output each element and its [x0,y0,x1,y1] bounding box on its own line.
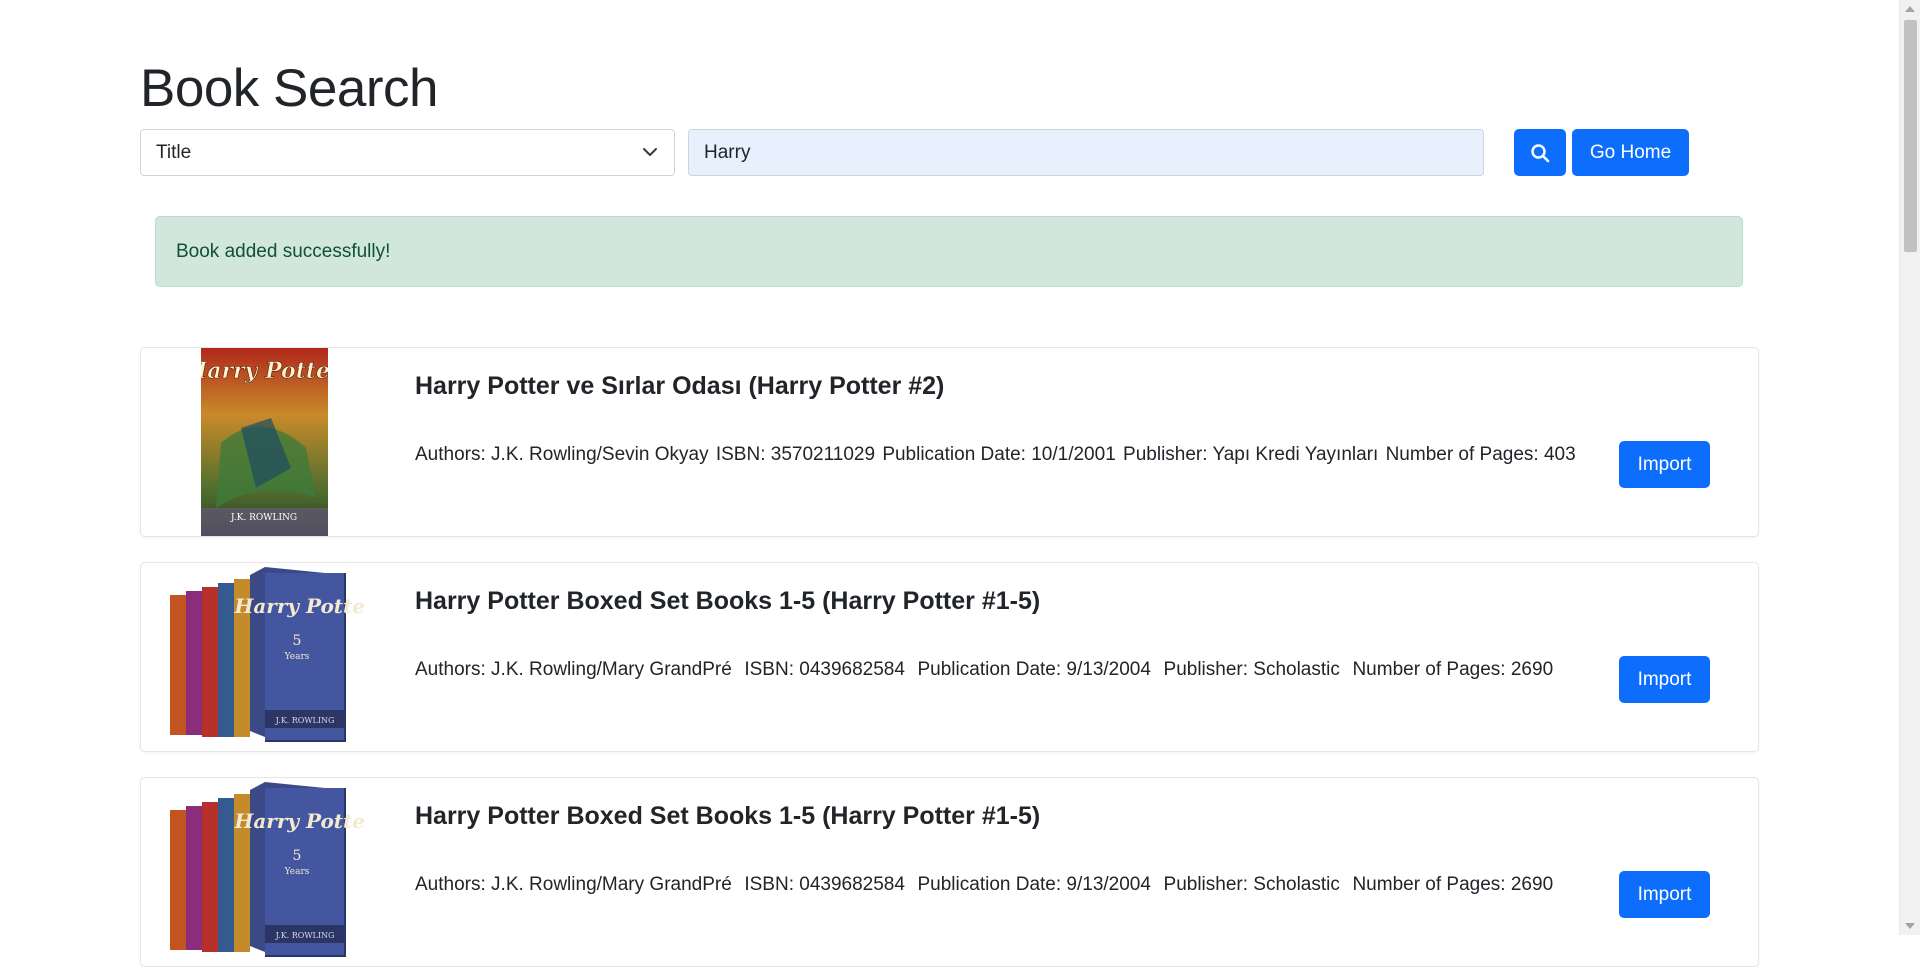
vertical-scrollbar[interactable] [1899,0,1920,935]
import-button[interactable]: Import [1619,656,1710,703]
svg-text:5: 5 [293,633,302,649]
book-title: Harry Potter Boxed Set Books 1-5 (Harry … [415,587,1041,615]
svg-text:5: 5 [293,848,302,864]
book-publication-date: Publication Date: 10/1/2001 [882,444,1116,465]
book-pages: Number of Pages: 2690 [1352,659,1554,680]
book-authors: Authors: J.K. Rowling/Sevin Okyay [415,444,709,465]
book-details: Authors: J.K. Rowling/Mary GrandPré ISBN… [415,659,1555,681]
book-publisher: Publisher: Scholastic [1163,659,1340,680]
book-result-card: Harry Potter J.K. ROWLING Harry Potter v… [140,347,1759,537]
search-input[interactable] [688,129,1484,176]
success-alert: Book added successfully! [155,216,1743,287]
book-authors: Authors: J.K. Rowling/Mary GrandPré [415,874,732,895]
import-button[interactable]: Import [1619,871,1710,918]
search-field-selected: Title [156,142,192,163]
scrollbar-thumb[interactable] [1904,20,1917,252]
book-details: Authors: J.K. Rowling/Sevin Okyay ISBN: … [415,444,1578,466]
search-icon [1531,143,1550,162]
book-cover-image: Harry Potter J.K. ROWLING [201,348,328,536]
book-title: Harry Potter ve Sırlar Odası (Harry Pott… [415,372,945,400]
chevron-down-icon [643,148,657,156]
go-home-button[interactable]: Go Home [1572,129,1689,176]
scroll-down-arrow-icon[interactable] [1905,923,1915,929]
book-isbn: ISBN: 3570211029 [715,444,876,465]
svg-text:Harry Potter: Harry Potter [201,358,328,384]
page-title: Book Search [140,59,438,118]
book-cover-image: Harry Potter 5 Years J.K. ROWLING [170,782,365,957]
svg-text:Harry Potter: Harry Potter [233,594,365,618]
book-result-card: Harry Potter 5 Years J.K. ROWLING Harry … [140,562,1759,752]
book-authors: Authors: J.K. Rowling/Mary GrandPré [415,659,732,680]
svg-text:Years: Years [284,867,310,877]
book-publication-date: Publication Date: 9/13/2004 [917,874,1151,895]
book-pages: Number of Pages: 403 [1385,444,1576,465]
book-publisher: Publisher: Scholastic [1163,874,1340,895]
svg-text:J.K. ROWLING: J.K. ROWLING [230,513,297,523]
alert-message: Book added successfully! [176,240,391,262]
svg-text:J.K. ROWLING: J.K. ROWLING [275,931,335,940]
search-bar: Title Go Home [140,129,1760,176]
scroll-up-arrow-icon[interactable] [1905,6,1915,12]
book-result-card: Harry Potter 5 Years J.K. ROWLING Harry … [140,777,1759,967]
search-button[interactable] [1514,129,1566,176]
book-isbn: ISBN: 0439682584 [744,659,905,680]
book-isbn: ISBN: 0439682584 [744,874,905,895]
book-pages: Number of Pages: 2690 [1352,874,1554,895]
import-button[interactable]: Import [1619,441,1710,488]
svg-text:Harry Potter: Harry Potter [233,809,365,833]
book-publisher: Publisher: Yapı Kredi Yayınları [1123,444,1379,465]
search-field-select[interactable]: Title [140,129,675,176]
book-cover-image: Harry Potter 5 Years J.K. ROWLING [170,567,365,742]
book-details: Authors: J.K. Rowling/Mary GrandPré ISBN… [415,874,1555,896]
book-publication-date: Publication Date: 9/13/2004 [917,659,1151,680]
svg-text:Years: Years [284,652,310,662]
book-title: Harry Potter Boxed Set Books 1-5 (Harry … [415,802,1041,830]
svg-text:J.K. ROWLING: J.K. ROWLING [275,716,335,725]
